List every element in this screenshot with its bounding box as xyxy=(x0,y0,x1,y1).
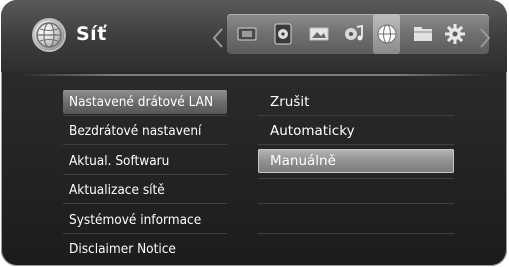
photo-icon[interactable] xyxy=(305,14,332,54)
option-manual[interactable]: Manuálně xyxy=(258,149,454,173)
menu-item-label: Bezdrátové nastavení xyxy=(69,123,202,139)
divider xyxy=(258,115,454,116)
menu-item-wired-lan[interactable]: Nastavené drátové LAN xyxy=(63,90,227,114)
divider xyxy=(258,178,454,179)
network-globe-icon xyxy=(34,20,64,50)
divider xyxy=(63,233,227,234)
divider xyxy=(63,203,227,204)
option-label: Automaticky xyxy=(270,123,355,139)
divider xyxy=(258,203,454,204)
menu-item-network-update[interactable]: Aktualizace sítě xyxy=(63,178,227,202)
music-icon[interactable] xyxy=(340,14,367,54)
menu-item-label: Aktualizace sítě xyxy=(69,182,165,198)
header-divider xyxy=(19,74,489,76)
menu-item-system-info[interactable]: Systémové informace xyxy=(63,208,227,232)
menu-item-label: Aktual. Softwaru xyxy=(69,153,170,169)
settings-screen: Síť Nastavené drátové LAN Bezdrátové nas… xyxy=(1,0,507,266)
header-bar: Síť xyxy=(1,0,507,72)
menu-item-label: Systémové informace xyxy=(69,212,202,228)
menu-item-wireless[interactable]: Bezdrátové nastavení xyxy=(63,119,227,143)
movie-icon[interactable] xyxy=(233,14,260,54)
settings-gear-icon[interactable] xyxy=(441,14,468,54)
divider xyxy=(63,144,227,145)
divider xyxy=(63,174,227,175)
disc-icon[interactable] xyxy=(269,14,296,54)
menu-item-software-update[interactable]: Aktual. Softwaru xyxy=(63,149,227,173)
page-title: Síť xyxy=(76,23,107,45)
chevron-right-icon[interactable] xyxy=(479,27,491,49)
network-icon[interactable] xyxy=(373,14,400,54)
folder-icon[interactable] xyxy=(409,14,436,54)
category-icon-strip xyxy=(227,14,489,54)
option-cancel[interactable]: Zrušit xyxy=(258,90,454,114)
option-label: Zrušit xyxy=(270,94,310,110)
divider xyxy=(258,233,454,234)
divider xyxy=(258,144,454,145)
chevron-left-icon[interactable] xyxy=(212,27,224,49)
menu-item-label: Disclaimer Notice xyxy=(69,241,176,257)
divider xyxy=(63,115,227,116)
option-automatic[interactable]: Automaticky xyxy=(258,119,454,143)
menu-item-disclaimer[interactable]: Disclaimer Notice xyxy=(63,237,227,261)
option-label: Manuálně xyxy=(270,153,336,169)
menu-item-label: Nastavené drátové LAN xyxy=(69,94,214,110)
